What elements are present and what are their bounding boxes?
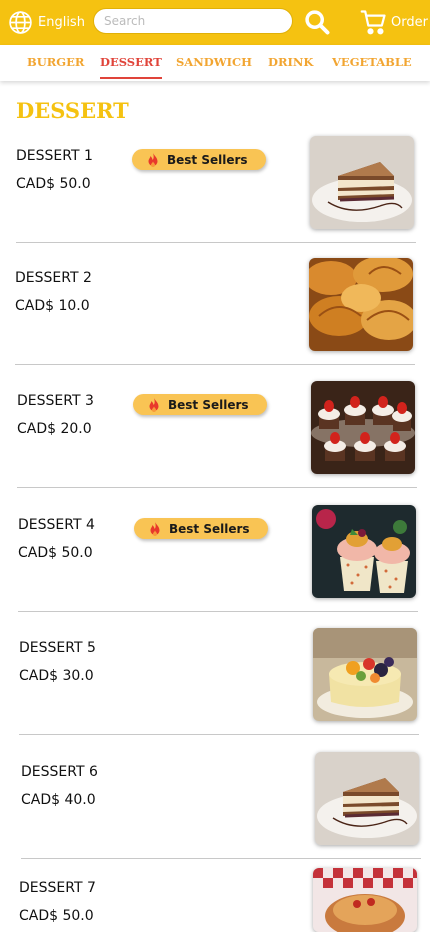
item-price: CAD$ 50.0 — [18, 545, 93, 561]
tiramisu-image — [315, 752, 419, 845]
item-price: CAD$ 20.0 — [17, 421, 92, 437]
tab-dessert[interactable]: DESSERT — [100, 45, 162, 81]
item-divider — [17, 487, 417, 488]
language-selector[interactable]: English — [8, 9, 85, 35]
tab-burger[interactable]: BURGER — [27, 45, 84, 81]
fruit-cake-image — [313, 628, 417, 721]
order-button[interactable]: Order — [360, 8, 428, 36]
badge-label: Best Sellers — [169, 521, 250, 536]
badge-label: Best Sellers — [168, 397, 249, 412]
tiramisu-image — [310, 136, 414, 229]
fire-icon — [150, 521, 160, 536]
item-price: CAD$ 30.0 — [19, 668, 94, 684]
item-price: CAD$ 10.0 — [15, 298, 90, 314]
item-name: DESSERT 5 — [19, 640, 96, 656]
menu-item[interactable]: DESSERT 2 CAD$ 10.0 — [15, 258, 420, 368]
strawberry-tarts-image — [311, 381, 415, 474]
item-divider — [16, 242, 416, 243]
menu-item[interactable]: DESSERT 3 CAD$ 20.0 Best Sellers — [17, 381, 422, 491]
fire-icon — [148, 152, 158, 167]
menu-item[interactable]: DESSERT 5 CAD$ 30.0 — [19, 628, 424, 738]
item-name: DESSERT 1 — [16, 148, 93, 164]
cupcakes-image — [312, 505, 416, 598]
section-title: DESSERT — [16, 98, 129, 123]
tab-sandwich[interactable]: SANDWICH — [176, 45, 252, 81]
item-divider — [18, 611, 418, 612]
item-name: DESSERT 7 — [19, 880, 96, 896]
menu-item[interactable]: DESSERT 7 CAD$ 50.0 — [19, 868, 424, 932]
item-divider — [15, 364, 415, 365]
item-name: DESSERT 6 — [21, 764, 98, 780]
item-price: CAD$ 50.0 — [16, 176, 91, 192]
menu-item[interactable]: DESSERT 6 CAD$ 40.0 — [21, 752, 426, 862]
item-name: DESSERT 3 — [17, 393, 94, 409]
badge-label: Best Sellers — [167, 152, 248, 167]
best-seller-badge: Best Sellers — [134, 518, 268, 539]
item-divider — [19, 734, 419, 735]
menu-item[interactable]: DESSERT 1 CAD$ 50.0 Best Sellers — [16, 136, 421, 246]
fire-icon — [149, 397, 159, 412]
tab-drink[interactable]: DRINK — [268, 45, 313, 81]
cart-icon — [360, 10, 386, 35]
search-icon[interactable] — [303, 8, 331, 36]
globe-icon — [9, 10, 32, 34]
search-input[interactable] — [93, 8, 293, 34]
top-bar: English Order — [0, 0, 430, 45]
item-price: CAD$ 50.0 — [19, 908, 94, 924]
menu-item[interactable]: DESSERT 4 CAD$ 50.0 Best Sellers — [18, 505, 423, 615]
item-name: DESSERT 2 — [15, 270, 92, 286]
item-price: CAD$ 40.0 — [21, 792, 96, 808]
item-name: DESSERT 4 — [18, 517, 95, 533]
best-seller-badge: Best Sellers — [132, 149, 266, 170]
language-label: English — [38, 14, 85, 30]
order-label: Order — [391, 14, 428, 30]
tab-vegetable[interactable]: VEGETABLE — [332, 45, 412, 81]
cake-on-tablecloth-image — [313, 868, 417, 932]
croissants-image — [309, 258, 413, 351]
item-divider — [21, 858, 421, 859]
best-seller-badge: Best Sellers — [133, 394, 267, 415]
category-nav: BURGER DESSERT SANDWICH DRINK VEGETABLE — [0, 45, 430, 81]
